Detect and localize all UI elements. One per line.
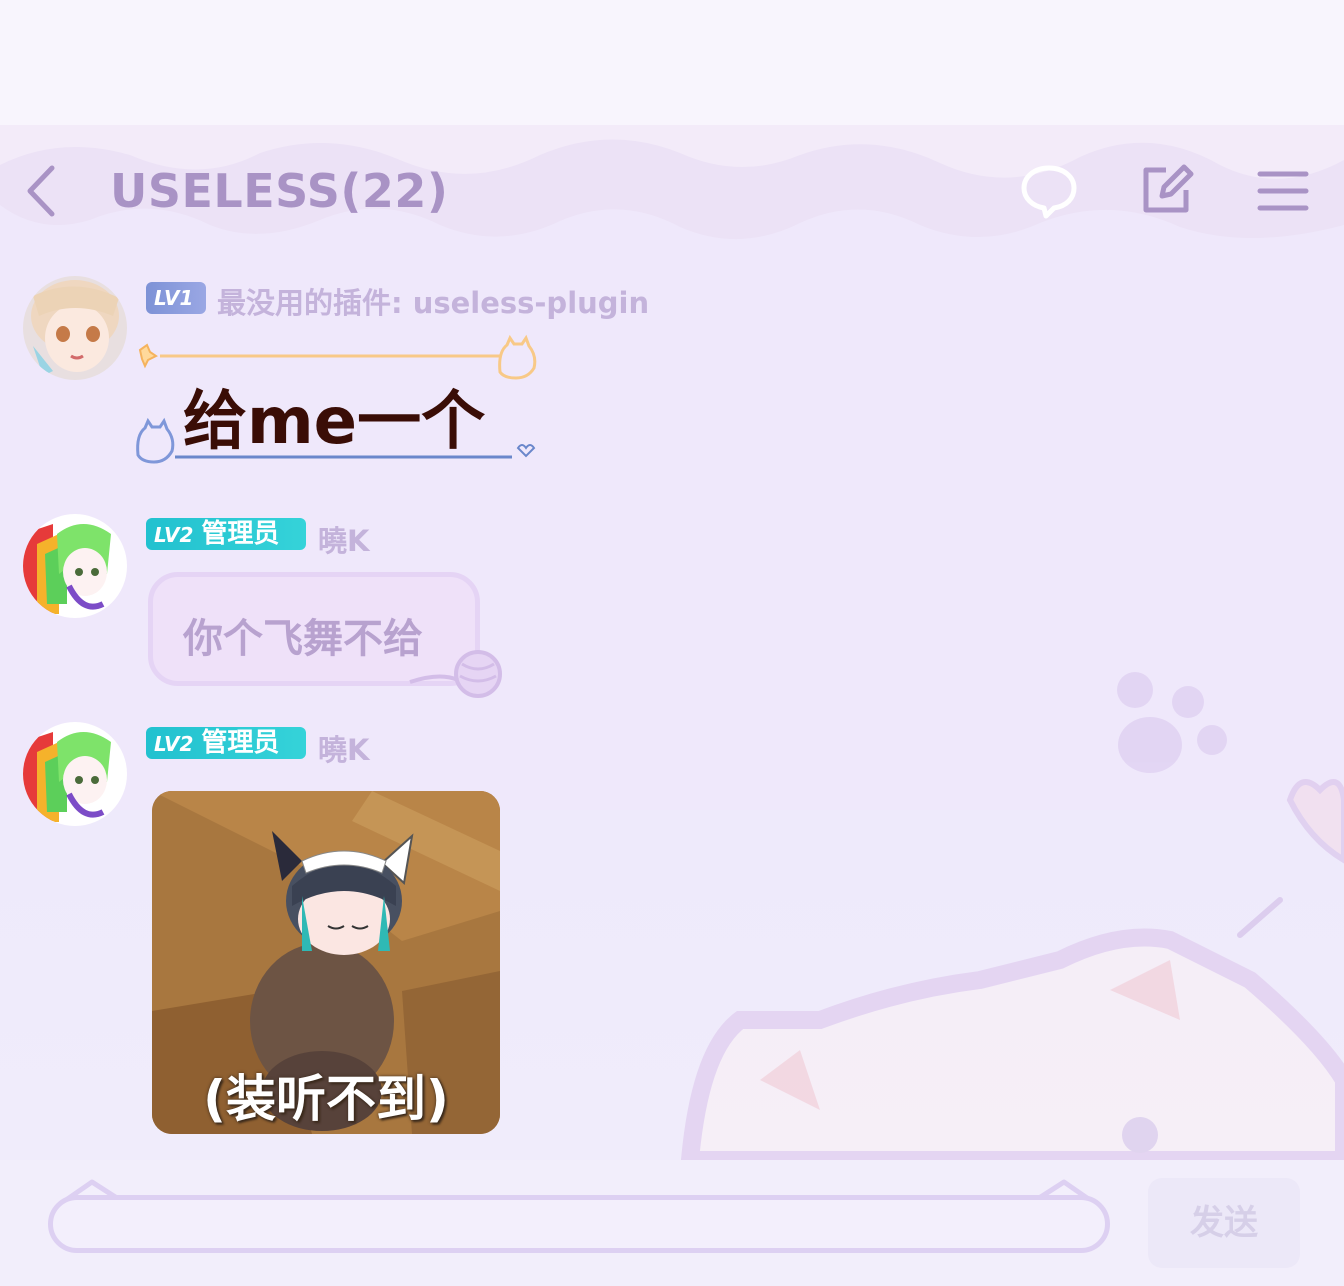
message-input[interactable] [48,1195,1110,1253]
chat-bubble-icon [1021,165,1077,219]
edit-icon [1143,164,1194,213]
avatar-rainbow-hair [23,722,127,826]
avatar[interactable] [23,514,127,618]
admin-level-badge: LV2 管理员 [146,518,306,550]
level-badge: LV1 [146,282,206,314]
level-label: LV2 [154,523,194,547]
avatar[interactable] [23,722,127,826]
card-message-text: 给me一个 [183,385,486,459]
menu-button[interactable] [1252,160,1314,222]
role-label: 管理员 [201,728,280,758]
role-label: 管理员 [201,519,280,549]
status-area [0,0,1344,135]
avatar-anime-girl [23,276,127,380]
chevron-left-icon [27,165,55,217]
level-label: LV2 [154,732,194,756]
menu-icon [1257,171,1309,211]
message-text: 你个飞舞不给 [183,616,423,662]
sender-name: 曉K [318,733,370,767]
sender-name: 最没用的插件: useless-plugin [217,286,650,320]
back-button[interactable] [18,160,68,222]
avatar[interactable] [23,276,127,380]
chat-title: USELESS(22) [110,164,449,218]
chat-bubble-button[interactable] [1018,160,1080,222]
admin-level-badge: LV2 管理员 [146,727,306,759]
sticker-image[interactable]: (装听不到) [152,791,500,1134]
edit-button[interactable] [1136,160,1198,222]
sender-name: 曉K [318,524,370,558]
sticker-caption: (装听不到) [203,1070,449,1128]
avatar-rainbow-hair [23,514,127,618]
send-button[interactable]: 发送 [1148,1178,1300,1268]
